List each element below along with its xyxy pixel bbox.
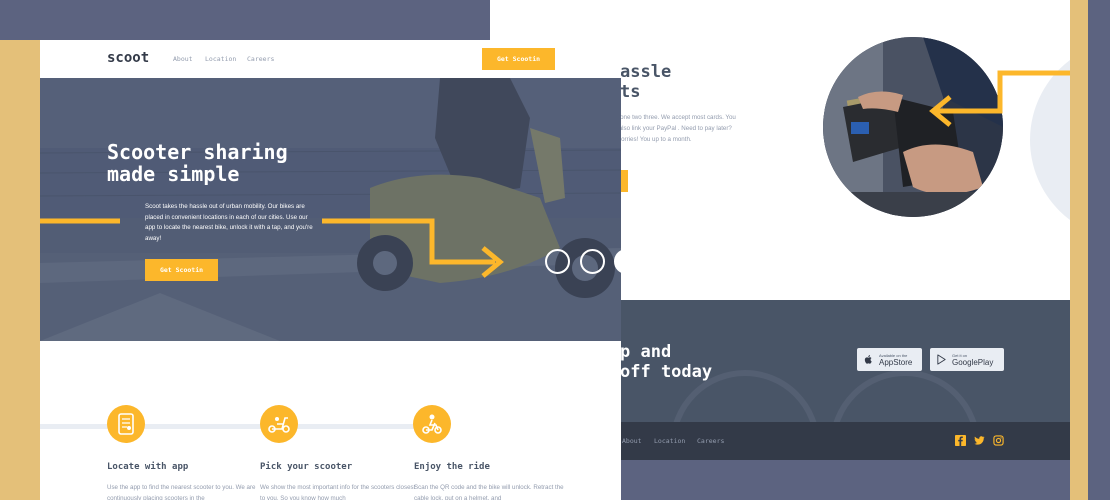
orange-arrow-right-icon — [40, 218, 504, 278]
hero-description: Scoot takes the hassle out of urban mobi… — [145, 203, 313, 242]
feature-title-locate: Locate with app — [107, 462, 189, 472]
nav-link-about[interactable]: About — [173, 55, 193, 63]
payment-section-title: assle ts — [620, 62, 672, 102]
features-section: Locate with app Pick your scooter Enjoy … — [40, 341, 621, 500]
rider-icon — [413, 405, 451, 443]
instagram-icon[interactable] — [993, 435, 1004, 446]
logo[interactable]: scoot — [107, 50, 149, 66]
nav-link-location[interactable]: Location — [205, 55, 236, 63]
feature-text-enjoy: Scan the QR code and the bike will unloc… — [414, 484, 564, 500]
google-play-icon — [937, 354, 946, 365]
googleplay-button[interactable]: Get it on GooglePlay — [930, 348, 1004, 371]
decorative-frame-left — [0, 40, 40, 500]
decorative-ring — [580, 249, 605, 274]
feature-text-locate: Use the app to find the nearest scooter … — [107, 484, 256, 500]
features-connector-line — [40, 424, 440, 429]
appstore-button[interactable]: Available on the AppStore — [857, 348, 922, 371]
apple-icon — [864, 355, 872, 364]
nav-link-careers[interactable]: Careers — [247, 55, 274, 63]
hero-section: Scooter sharing made simple Scoot takes … — [40, 78, 621, 341]
feature-title-pick: Pick your scooter — [260, 462, 353, 472]
phone-map-icon — [107, 405, 145, 443]
feature-text-pick: We show the most important info for the … — [260, 484, 416, 500]
decorative-ring — [545, 249, 570, 274]
footer-link-about[interactable]: About — [622, 437, 642, 445]
decorative-frame-right-shadow — [1088, 0, 1110, 500]
feature-title-enjoy: Enjoy the ride — [414, 462, 490, 472]
facebook-icon[interactable] — [955, 435, 966, 446]
download-app-title: p and off today — [620, 342, 713, 382]
hero-title: Scooter sharing made simple — [107, 140, 288, 186]
decorative-frame-right — [1070, 0, 1088, 500]
payment-section-text: y as one two three. We accept most cards… — [607, 114, 736, 143]
orange-arrow-left-icon — [929, 70, 1070, 127]
payment-section-button[interactable] — [620, 170, 628, 192]
twitter-icon[interactable] — [974, 435, 985, 446]
scooter-icon — [260, 405, 298, 443]
home-page-preview: scoot About Location Careers Get Scootin — [40, 40, 621, 500]
decorative-ring — [830, 370, 980, 422]
top-navigation: scoot About Location Careers Get Scootin — [40, 40, 621, 78]
get-scootin-nav-button[interactable]: Get Scootin — [482, 48, 555, 70]
footer-link-location[interactable]: Location — [654, 437, 685, 445]
get-scootin-hero-button[interactable]: Get Scootin — [145, 259, 218, 281]
footer-link-careers[interactable]: Careers — [697, 437, 724, 445]
